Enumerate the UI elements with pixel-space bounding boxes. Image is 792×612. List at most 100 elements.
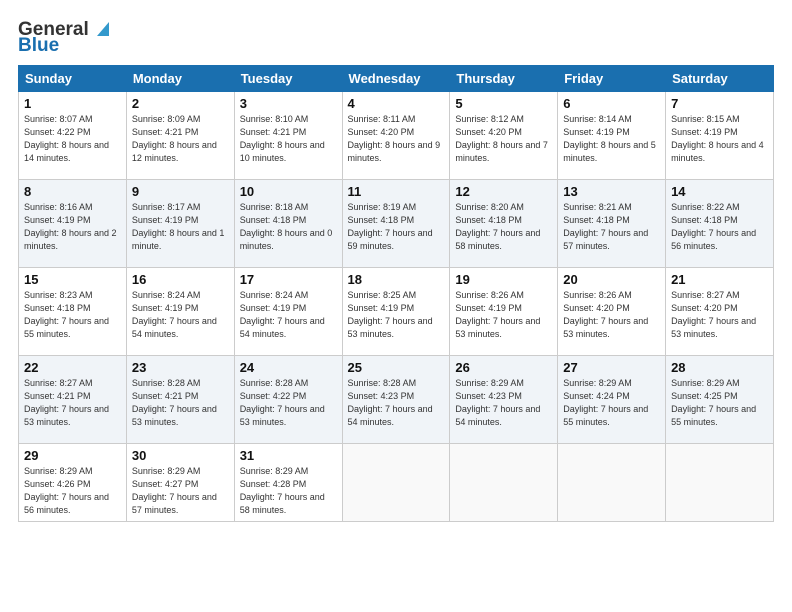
day-info: Sunrise: 8:21 AM Sunset: 4:18 PM Dayligh… xyxy=(563,201,660,253)
sunset-label: Sunset: 4:23 PM xyxy=(348,391,415,401)
day-number: 2 xyxy=(132,96,229,111)
sunset-label: Sunset: 4:19 PM xyxy=(240,303,307,313)
sunrise-label: Sunrise: 8:10 AM xyxy=(240,114,309,124)
sunrise-label: Sunrise: 8:11 AM xyxy=(348,114,416,124)
day-info: Sunrise: 8:24 AM Sunset: 4:19 PM Dayligh… xyxy=(240,289,337,341)
sunset-label: Sunset: 4:19 PM xyxy=(132,303,199,313)
sunrise-label: Sunrise: 8:22 AM xyxy=(671,202,740,212)
sunset-label: Sunset: 4:19 PM xyxy=(348,303,415,313)
sunset-label: Sunset: 4:19 PM xyxy=(563,127,630,137)
day-number: 27 xyxy=(563,360,660,375)
day-info: Sunrise: 8:29 AM Sunset: 4:25 PM Dayligh… xyxy=(671,377,768,429)
day-info: Sunrise: 8:27 AM Sunset: 4:21 PM Dayligh… xyxy=(24,377,121,429)
daylight-label: Daylight: 8 hours and 10 minutes. xyxy=(240,140,325,163)
sunset-label: Sunset: 4:21 PM xyxy=(132,391,199,401)
sunset-label: Sunset: 4:20 PM xyxy=(348,127,415,137)
calendar-cell: 4 Sunrise: 8:11 AM Sunset: 4:20 PM Dayli… xyxy=(342,92,450,180)
daylight-label: Daylight: 7 hours and 55 minutes. xyxy=(563,404,648,427)
sunrise-label: Sunrise: 8:29 AM xyxy=(24,466,93,476)
daylight-label: Daylight: 8 hours and 5 minutes. xyxy=(563,140,656,163)
calendar-cell: 21 Sunrise: 8:27 AM Sunset: 4:20 PM Dayl… xyxy=(666,268,774,356)
calendar-cell: 3 Sunrise: 8:10 AM Sunset: 4:21 PM Dayli… xyxy=(234,92,342,180)
day-number: 30 xyxy=(132,448,229,463)
sunset-label: Sunset: 4:19 PM xyxy=(455,303,522,313)
day-info: Sunrise: 8:11 AM Sunset: 4:20 PM Dayligh… xyxy=(348,113,445,165)
daylight-label: Daylight: 8 hours and 4 minutes. xyxy=(671,140,764,163)
sunrise-label: Sunrise: 8:18 AM xyxy=(240,202,309,212)
sunset-label: Sunset: 4:19 PM xyxy=(24,215,91,225)
sunset-label: Sunset: 4:26 PM xyxy=(24,479,91,489)
calendar-cell: 10 Sunrise: 8:18 AM Sunset: 4:18 PM Dayl… xyxy=(234,180,342,268)
daylight-label: Daylight: 7 hours and 54 minutes. xyxy=(132,316,217,339)
sunrise-label: Sunrise: 8:25 AM xyxy=(348,290,417,300)
day-number: 22 xyxy=(24,360,121,375)
calendar-cell: 30 Sunrise: 8:29 AM Sunset: 4:27 PM Dayl… xyxy=(126,444,234,522)
day-info: Sunrise: 8:24 AM Sunset: 4:19 PM Dayligh… xyxy=(132,289,229,341)
day-number: 14 xyxy=(671,184,768,199)
day-info: Sunrise: 8:26 AM Sunset: 4:19 PM Dayligh… xyxy=(455,289,552,341)
day-info: Sunrise: 8:12 AM Sunset: 4:20 PM Dayligh… xyxy=(455,113,552,165)
day-number: 31 xyxy=(240,448,337,463)
day-info: Sunrise: 8:25 AM Sunset: 4:19 PM Dayligh… xyxy=(348,289,445,341)
day-number: 15 xyxy=(24,272,121,287)
sunrise-label: Sunrise: 8:28 AM xyxy=(240,378,309,388)
calendar-cell: 2 Sunrise: 8:09 AM Sunset: 4:21 PM Dayli… xyxy=(126,92,234,180)
calendar-cell: 27 Sunrise: 8:29 AM Sunset: 4:24 PM Dayl… xyxy=(558,356,666,444)
sunset-label: Sunset: 4:18 PM xyxy=(671,215,738,225)
day-info: Sunrise: 8:19 AM Sunset: 4:18 PM Dayligh… xyxy=(348,201,445,253)
calendar-cell: 1 Sunrise: 8:07 AM Sunset: 4:22 PM Dayli… xyxy=(19,92,127,180)
day-number: 4 xyxy=(348,96,445,111)
daylight-label: Daylight: 7 hours and 57 minutes. xyxy=(132,492,217,515)
daylight-label: Daylight: 8 hours and 7 minutes. xyxy=(455,140,548,163)
sunset-label: Sunset: 4:28 PM xyxy=(240,479,307,489)
daylight-label: Daylight: 7 hours and 53 minutes. xyxy=(348,316,433,339)
daylight-label: Daylight: 7 hours and 58 minutes. xyxy=(455,228,540,251)
sunrise-label: Sunrise: 8:26 AM xyxy=(455,290,524,300)
sunset-label: Sunset: 4:20 PM xyxy=(563,303,630,313)
daylight-label: Daylight: 7 hours and 55 minutes. xyxy=(671,404,756,427)
day-number: 16 xyxy=(132,272,229,287)
day-info: Sunrise: 8:07 AM Sunset: 4:22 PM Dayligh… xyxy=(24,113,121,165)
daylight-label: Daylight: 7 hours and 53 minutes. xyxy=(455,316,540,339)
day-number: 17 xyxy=(240,272,337,287)
logo-icon xyxy=(91,18,113,40)
day-number: 7 xyxy=(671,96,768,111)
calendar-cell: 11 Sunrise: 8:19 AM Sunset: 4:18 PM Dayl… xyxy=(342,180,450,268)
sunset-label: Sunset: 4:18 PM xyxy=(348,215,415,225)
daylight-label: Daylight: 7 hours and 56 minutes. xyxy=(671,228,756,251)
sunset-label: Sunset: 4:25 PM xyxy=(671,391,738,401)
calendar-cell xyxy=(558,444,666,522)
day-info: Sunrise: 8:26 AM Sunset: 4:20 PM Dayligh… xyxy=(563,289,660,341)
day-info: Sunrise: 8:22 AM Sunset: 4:18 PM Dayligh… xyxy=(671,201,768,253)
col-wednesday: Wednesday xyxy=(342,66,450,92)
daylight-label: Daylight: 8 hours and 2 minutes. xyxy=(24,228,117,251)
sunset-label: Sunset: 4:20 PM xyxy=(455,127,522,137)
daylight-label: Daylight: 7 hours and 54 minutes. xyxy=(455,404,540,427)
col-sunday: Sunday xyxy=(19,66,127,92)
day-number: 19 xyxy=(455,272,552,287)
calendar-cell: 22 Sunrise: 8:27 AM Sunset: 4:21 PM Dayl… xyxy=(19,356,127,444)
sunset-label: Sunset: 4:20 PM xyxy=(671,303,738,313)
daylight-label: Daylight: 7 hours and 53 minutes. xyxy=(132,404,217,427)
calendar-cell: 18 Sunrise: 8:25 AM Sunset: 4:19 PM Dayl… xyxy=(342,268,450,356)
day-number: 3 xyxy=(240,96,337,111)
sunrise-label: Sunrise: 8:23 AM xyxy=(24,290,93,300)
day-info: Sunrise: 8:18 AM Sunset: 4:18 PM Dayligh… xyxy=(240,201,337,253)
calendar-cell: 14 Sunrise: 8:22 AM Sunset: 4:18 PM Dayl… xyxy=(666,180,774,268)
sunset-label: Sunset: 4:24 PM xyxy=(563,391,630,401)
sunrise-label: Sunrise: 8:09 AM xyxy=(132,114,201,124)
day-info: Sunrise: 8:16 AM Sunset: 4:19 PM Dayligh… xyxy=(24,201,121,253)
day-info: Sunrise: 8:28 AM Sunset: 4:22 PM Dayligh… xyxy=(240,377,337,429)
day-number: 21 xyxy=(671,272,768,287)
day-number: 11 xyxy=(348,184,445,199)
calendar-cell xyxy=(450,444,558,522)
sunset-label: Sunset: 4:21 PM xyxy=(24,391,91,401)
daylight-label: Daylight: 7 hours and 58 minutes. xyxy=(240,492,325,515)
col-monday: Monday xyxy=(126,66,234,92)
sunset-label: Sunset: 4:21 PM xyxy=(240,127,307,137)
sunrise-label: Sunrise: 8:24 AM xyxy=(132,290,201,300)
sunrise-label: Sunrise: 8:26 AM xyxy=(563,290,632,300)
daylight-label: Daylight: 7 hours and 54 minutes. xyxy=(348,404,433,427)
sunset-label: Sunset: 4:22 PM xyxy=(240,391,307,401)
sunrise-label: Sunrise: 8:17 AM xyxy=(132,202,201,212)
